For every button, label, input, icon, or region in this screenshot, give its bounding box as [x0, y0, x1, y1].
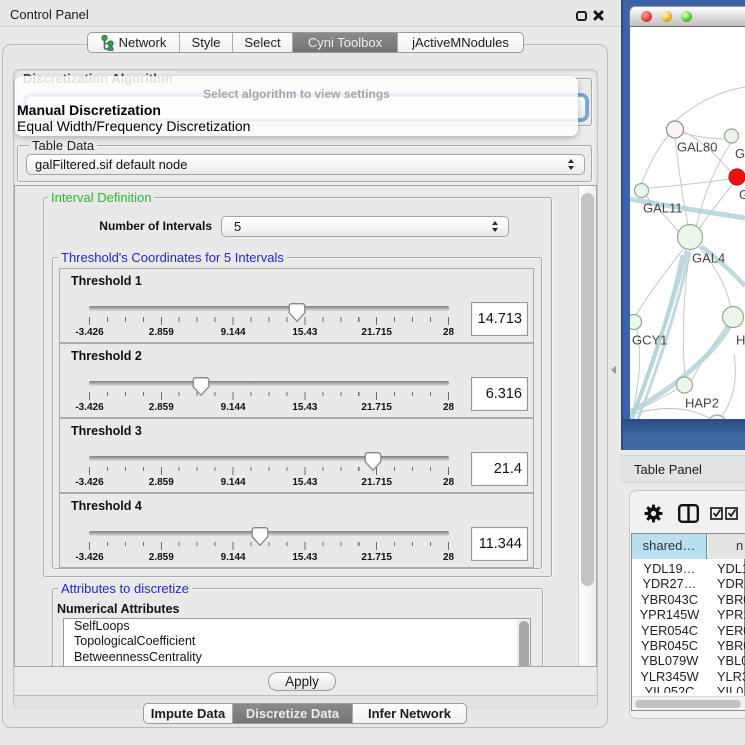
svg-text:GA: GA — [735, 146, 745, 161]
svg-text:HAP2: HAP2 — [685, 396, 719, 411]
svg-text:GAL80: GAL80 — [677, 140, 717, 155]
svg-text:GAL4: GAL4 — [692, 251, 725, 266]
svg-text:GAL11: GAL11 — [643, 201, 683, 216]
svg-text:HI: HI — [736, 333, 745, 348]
svg-text:G: G — [739, 187, 745, 202]
svg-text:GCY1: GCY1 — [632, 333, 667, 348]
